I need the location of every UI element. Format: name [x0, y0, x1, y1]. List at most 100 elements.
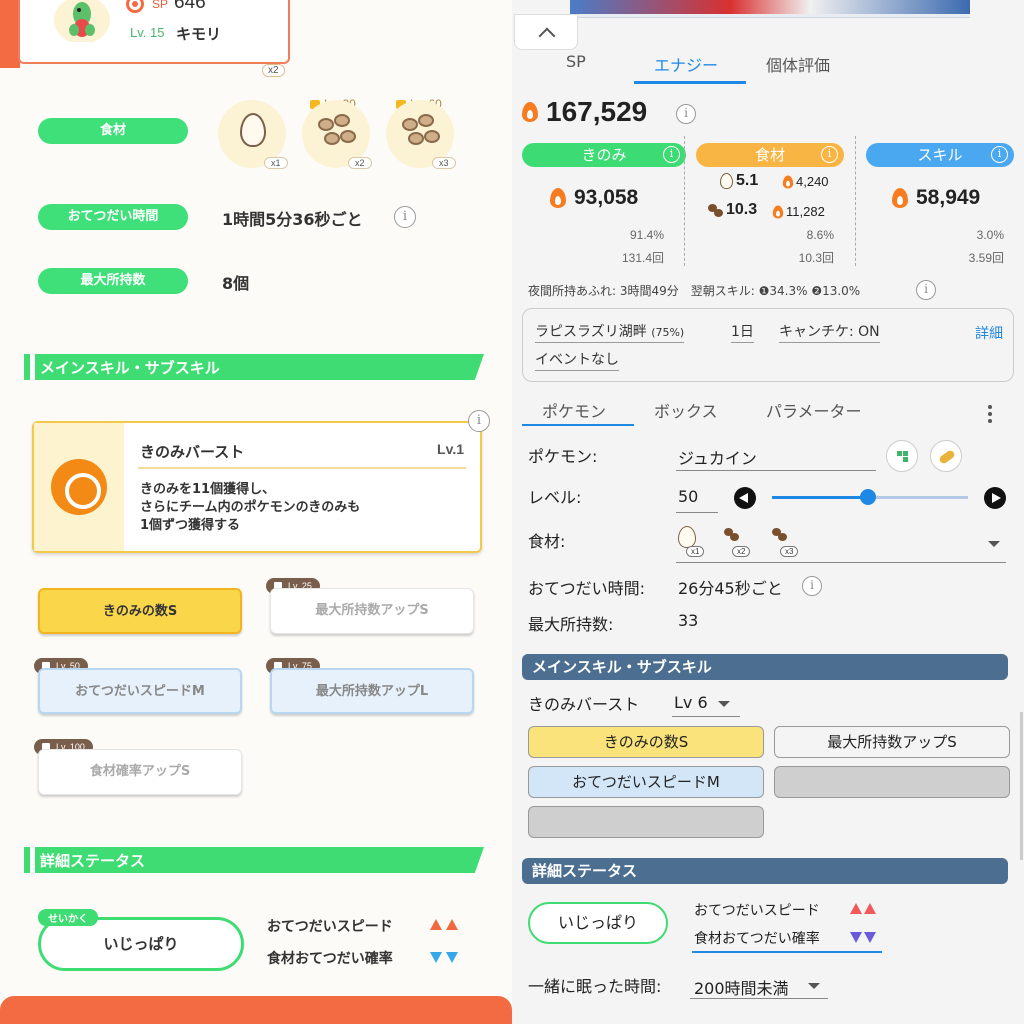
- tab-pokemon[interactable]: ポケモン: [542, 398, 606, 422]
- sub-skill-4[interactable]: [774, 766, 1010, 798]
- skill-description: きのみを11個獲得し、 さらにチーム内のポケモンのきのみも 1個ずつ獲得する: [140, 482, 361, 533]
- right-panel: SP エナジー 個体評価 167,529 i きのみ i 食材 i スキル i …: [512, 0, 1024, 1024]
- bean-icon: [318, 118, 334, 131]
- slider-knob[interactable]: [860, 489, 877, 505]
- tab-parameter[interactable]: パラメーター: [766, 398, 862, 422]
- help-time-value: 1時間5分36秒ごと: [222, 210, 363, 229]
- sp-value: 646: [174, 0, 206, 13]
- days[interactable]: 1日: [731, 321, 754, 343]
- pokemon-tabs: ポケモン ボックス パラメーター: [522, 395, 1002, 427]
- sub-skill-3[interactable]: おてつだいスピードM: [528, 766, 764, 798]
- bean-icon: [772, 528, 788, 542]
- energy-icon: [772, 205, 784, 219]
- berry-burst-icon: [51, 459, 107, 515]
- energy-icon: [550, 188, 566, 208]
- sp-label: SP: [152, 0, 169, 11]
- location-settings[interactable]: ラピスラズリ湖畔 (75%) 1日 キャンチケ: ON イベントなし 詳細: [522, 308, 1014, 382]
- egg-icon: [678, 526, 696, 548]
- help-time-value: 26分45秒ごと: [678, 579, 783, 598]
- more-icon[interactable]: [988, 405, 992, 423]
- sub-skill-3[interactable]: おてつだいスピードM: [38, 668, 242, 714]
- tab-box[interactable]: ボックス: [654, 398, 718, 422]
- detail-link[interactable]: 詳細: [975, 323, 1003, 343]
- sub-skill-5[interactable]: 食材確率アップS: [38, 749, 242, 795]
- evolution-button[interactable]: [886, 440, 918, 472]
- max-carry-label: 最大所持数: [38, 268, 188, 294]
- ingredient-count: x2: [348, 157, 372, 169]
- event[interactable]: イベントなし: [535, 349, 619, 371]
- info-icon[interactable]: i: [916, 280, 936, 300]
- egg-icon: [240, 113, 266, 147]
- item-count: x2: [262, 64, 285, 77]
- tab-evaluation[interactable]: 個体評価: [766, 52, 830, 76]
- ingredients-label: 食材: [38, 118, 188, 144]
- ingredient-label: 食材:: [528, 532, 566, 551]
- up-arrow-icon: [446, 919, 458, 930]
- info-icon[interactable]: i: [394, 206, 416, 228]
- tab-energy[interactable]: エナジー: [654, 52, 718, 76]
- info-icon[interactable]: i: [802, 576, 822, 596]
- bottom-bar: [0, 996, 512, 1024]
- sp-icon: [126, 0, 144, 13]
- ingredient-slot-1[interactable]: x1: [676, 524, 710, 560]
- info-icon[interactable]: i: [676, 104, 696, 124]
- energy-icon: [522, 102, 538, 122]
- field-name[interactable]: ラピスラズリ湖畔 (75%): [535, 321, 685, 343]
- help-time-label: おてつだい時間: [38, 204, 188, 230]
- ingredient-count: 10.3回: [798, 251, 834, 265]
- pokemon-card[interactable]: SP 646 Lv. 15 キモリ: [18, 0, 290, 64]
- chevron-down-icon[interactable]: [718, 701, 730, 707]
- chevron-down-icon[interactable]: [808, 983, 820, 989]
- detail-section-header: 詳細ステータス: [24, 847, 484, 873]
- skill-name: きのみバースト: [140, 443, 245, 461]
- bean-icon: [708, 204, 724, 218]
- main-skill-card[interactable]: きのみバースト Lv.1 きのみを11個獲得し、 さらにチーム内のポケモンのきの…: [32, 421, 482, 553]
- sleep-time-select[interactable]: 200時間未満: [694, 975, 789, 999]
- bean-icon: [724, 528, 740, 542]
- chevron-down-icon[interactable]: [988, 541, 1000, 547]
- banner[interactable]: [570, 0, 970, 18]
- info-icon[interactable]: i: [663, 146, 680, 163]
- level-input[interactable]: 50: [678, 487, 698, 506]
- scrollbar[interactable]: [1020, 712, 1023, 860]
- sub-skill-1[interactable]: きのみの数S: [38, 588, 242, 634]
- skill-count: 3.59回: [968, 251, 1004, 265]
- total-energy: 167,529: [546, 96, 648, 127]
- ingredient-pill: 食材 i: [696, 143, 844, 167]
- down-arrow-icon: [430, 952, 442, 963]
- collapse-button[interactable]: [514, 14, 578, 50]
- info-icon[interactable]: i: [991, 146, 1008, 163]
- max-carry-label: 最大所持数:: [528, 615, 614, 634]
- skill-percent: 3.0%: [976, 228, 1004, 242]
- pokemon-select[interactable]: ジュカイン: [678, 445, 757, 469]
- info-icon[interactable]: i: [468, 410, 490, 432]
- nature-button[interactable]: いじっぱり: [528, 902, 668, 944]
- ingredient-slot-2[interactable]: x2: [722, 524, 756, 560]
- ingredient-slot-3[interactable]: x3: [770, 524, 804, 560]
- left-panel: SP 646 Lv. 15 キモリ x2 食材 x1 Lv. 30 x2 Lv.…: [0, 0, 512, 1024]
- candy-icon[interactable]: [930, 440, 962, 472]
- energy-icon: [782, 175, 794, 189]
- level-decrement-button[interactable]: [734, 487, 756, 509]
- info-icon[interactable]: i: [821, 146, 838, 163]
- down-arrow-icon: [864, 932, 876, 943]
- sub-skill-1[interactable]: きのみの数S: [528, 726, 764, 758]
- up-arrow-icon: [864, 903, 876, 914]
- skill-section-header: メインスキル・サブスキル: [24, 354, 484, 380]
- nature-tag: せいかく: [38, 909, 98, 926]
- level-increment-button[interactable]: [984, 487, 1006, 509]
- tab-sp[interactable]: SP: [566, 52, 586, 71]
- berry-pill: きのみ i: [522, 143, 686, 167]
- nature-up-label: おてつだいスピード: [694, 903, 820, 919]
- sub-skill-2[interactable]: 最大所持数アップS: [774, 726, 1010, 758]
- down-arrow-icon: [446, 952, 458, 963]
- energy-icon: [892, 188, 908, 208]
- section-title: メインスキル・サブスキル: [40, 359, 220, 377]
- sub-skill-4[interactable]: 最大所持数アップL: [270, 668, 474, 714]
- berry-energy: 93,058: [574, 186, 639, 209]
- candy-ticket[interactable]: キャンチケ: ON: [779, 321, 880, 343]
- bean-icon: [402, 118, 418, 131]
- skill-level-select[interactable]: Lv 6: [674, 693, 708, 712]
- sub-skill-5[interactable]: [528, 806, 764, 838]
- sub-skill-2[interactable]: 最大所持数アップS: [270, 588, 474, 634]
